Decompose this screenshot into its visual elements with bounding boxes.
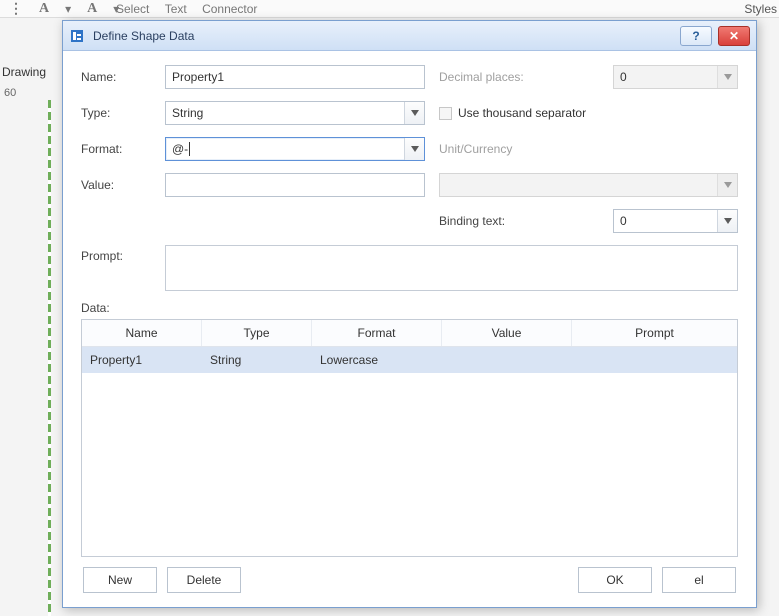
thousand-separator-label: Use thousand separator	[458, 106, 586, 120]
type-label: Type:	[81, 106, 151, 120]
binding-text-value: 0	[620, 214, 627, 228]
define-shape-data-dialog: Define Shape Data ? ✕ Name: Decimal plac…	[62, 20, 757, 608]
checkbox-box-icon	[439, 107, 452, 120]
type-dropdown[interactable]: String	[165, 101, 425, 125]
cell-name: Property1	[82, 347, 202, 373]
font-style-a-red[interactable]: A	[33, 0, 55, 19]
format-label: Format:	[81, 142, 151, 156]
delete-button[interactable]: Delete	[167, 567, 241, 593]
font-underline-glyph: ⋮	[3, 0, 29, 20]
new-button-label: New	[108, 573, 132, 587]
dropdown-caret-icon: ▾	[107, 0, 125, 18]
data-table-header: Name Type Format Value Prompt	[82, 320, 737, 347]
close-icon: ✕	[729, 29, 739, 43]
ruler-mark-60: 60	[4, 87, 16, 99]
col-header-name[interactable]: Name	[82, 320, 202, 346]
prompt-input[interactable]	[165, 245, 738, 291]
ok-button[interactable]: OK	[578, 567, 652, 593]
text-caret-icon	[189, 142, 190, 156]
unit-currency-label: Unit/Currency	[439, 142, 738, 156]
drawing-panel-label: Drawing	[0, 65, 55, 79]
ok-button-label: OK	[606, 573, 623, 587]
col-header-format[interactable]: Format	[312, 320, 442, 346]
font-style-a-blue[interactable]: A	[81, 0, 103, 19]
page-boundary-guide	[48, 100, 51, 616]
binding-text-label: Binding text:	[439, 214, 599, 228]
ribbon-text[interactable]: Text	[159, 0, 193, 18]
table-row[interactable]: Property1 String Lowercase	[82, 347, 737, 373]
format-combo[interactable]: @-	[165, 137, 425, 161]
chevron-down-icon[interactable]	[717, 210, 737, 232]
name-label: Name:	[81, 70, 151, 84]
prompt-label: Prompt:	[81, 245, 151, 263]
value-input[interactable]	[165, 173, 425, 197]
cancel-button[interactable]: el	[662, 567, 736, 593]
chevron-down-icon	[717, 174, 737, 196]
unit-currency-dropdown	[439, 173, 738, 197]
decimal-places-value: 0	[620, 70, 627, 84]
cell-format: Lowercase	[312, 347, 442, 373]
dialog-title: Define Shape Data	[89, 29, 680, 43]
decimal-places-label: Decimal places:	[439, 70, 599, 84]
cell-value	[442, 347, 572, 373]
decimal-places-dropdown: 0	[613, 65, 738, 89]
binding-text-dropdown[interactable]: 0	[613, 209, 738, 233]
app-icon	[69, 28, 85, 44]
cancel-button-label: el	[694, 573, 703, 587]
chevron-down-icon	[717, 66, 737, 88]
col-header-type[interactable]: Type	[202, 320, 312, 346]
dialog-titlebar[interactable]: Define Shape Data ? ✕	[63, 21, 756, 51]
col-header-value[interactable]: Value	[442, 320, 572, 346]
help-button[interactable]: ?	[680, 26, 712, 46]
close-button[interactable]: ✕	[718, 26, 750, 46]
name-input[interactable]	[165, 65, 425, 89]
thousand-separator-checkbox: Use thousand separator	[439, 106, 738, 120]
cell-type: String	[202, 347, 312, 373]
delete-button-label: Delete	[187, 573, 222, 587]
data-label: Data:	[81, 301, 738, 315]
ribbon-connector[interactable]: Connector	[196, 0, 263, 18]
format-value: @-	[172, 142, 188, 156]
cell-prompt	[572, 347, 737, 373]
help-icon: ?	[692, 29, 699, 43]
new-button[interactable]: New	[83, 567, 157, 593]
col-header-prompt[interactable]: Prompt	[572, 320, 737, 346]
dropdown-caret-icon: ▾	[59, 0, 77, 18]
value-label: Value:	[81, 178, 151, 192]
data-table: Name Type Format Value Prompt Property1 …	[81, 319, 738, 557]
type-value: String	[172, 106, 203, 120]
ribbon-styles-label: Styles	[744, 0, 777, 16]
chevron-down-icon[interactable]	[404, 138, 424, 160]
chevron-down-icon[interactable]	[404, 102, 424, 124]
